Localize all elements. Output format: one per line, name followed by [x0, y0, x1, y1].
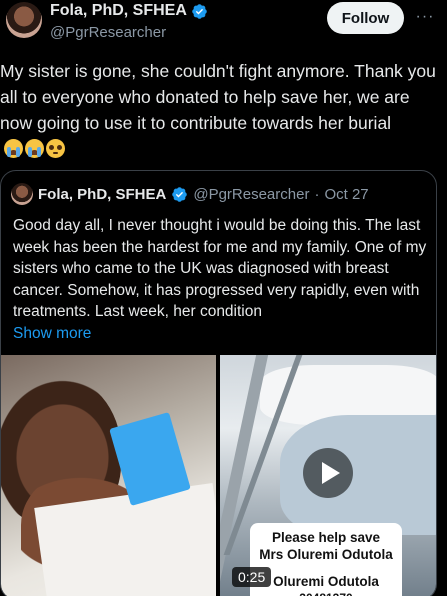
sign-line-2: Mrs Oluremi Odutola	[259, 547, 393, 562]
avatar[interactable]	[6, 2, 42, 38]
author-name-row: Fola, PhD, SFHEA	[50, 2, 208, 20]
author-display-name[interactable]: Fola, PhD, SFHEA	[50, 2, 187, 20]
pleading-face-icon	[46, 139, 65, 158]
video-duration-badge: 0:25	[232, 567, 272, 587]
more-options-icon[interactable]: ···	[412, 6, 438, 28]
play-icon	[321, 462, 340, 484]
tweet-body: My sister is gone, she couldn't fight an…	[0, 58, 447, 162]
quoted-display-name: Fola, PhD, SFHEA	[38, 185, 167, 203]
quoted-tweet-text: Good day all, I never thought i would be…	[13, 217, 427, 320]
sign-line-4: 20481370	[250, 590, 402, 596]
quoted-date: Oct 27	[324, 185, 369, 203]
play-button[interactable]	[303, 448, 353, 498]
quoted-separator: ·	[314, 185, 320, 203]
loudly-crying-face-icon	[4, 139, 23, 158]
quoted-tweet-body: Good day all, I never thought i would be…	[13, 215, 428, 344]
verified-badge-icon	[192, 3, 207, 19]
tweet-header: Fola, PhD, SFHEA @PgrResearcher Follow ·…	[0, 0, 447, 52]
loudly-crying-face-icon	[25, 139, 44, 158]
sign-line-3: Oluremi Odutola	[273, 574, 379, 589]
verified-badge-icon	[172, 186, 188, 202]
media-photo[interactable]	[1, 355, 216, 596]
media-video[interactable]: Please help save Mrs Oluremi Odutola Olu…	[220, 355, 436, 596]
quoted-handle: @PgrResearcher	[193, 185, 310, 203]
tweet-text: My sister is gone, she couldn't fight an…	[0, 61, 436, 133]
media-grid: Please help save Mrs Oluremi Odutola Olu…	[1, 355, 436, 596]
show-more-link[interactable]: Show more	[13, 323, 428, 345]
emoji-group	[4, 139, 65, 158]
follow-button[interactable]: Follow	[327, 2, 404, 34]
quoted-tweet[interactable]: Fola, PhD, SFHEA @PgrResearcher · Oct 27…	[0, 170, 437, 596]
sign-line-1: Please help save	[271, 530, 381, 545]
quoted-avatar	[11, 183, 33, 205]
quoted-tweet-header: Fola, PhD, SFHEA @PgrResearcher · Oct 27	[11, 183, 369, 205]
video-sign: Please help save Mrs Oluremi Odutola Olu…	[250, 523, 402, 596]
author-handle[interactable]: @PgrResearcher	[50, 24, 166, 41]
